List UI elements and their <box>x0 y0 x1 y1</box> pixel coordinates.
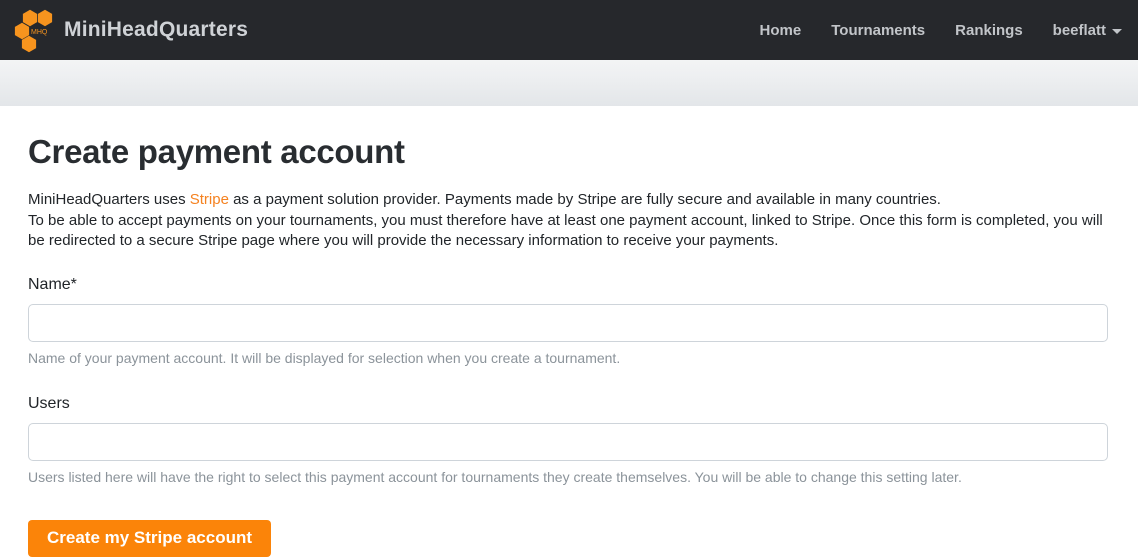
honeycomb-logo-icon: MHQ <box>10 6 56 54</box>
name-field-group: Name* Name of your payment account. It w… <box>28 276 1108 366</box>
user-menu-dropdown[interactable]: beeflatt <box>1053 22 1122 39</box>
intro-text: MiniHeadQuarters uses Stripe as a paymen… <box>28 190 1108 252</box>
users-field-group: Users Users listed here will have the ri… <box>28 395 1108 485</box>
brand-name: MiniHeadQuarters <box>64 18 248 42</box>
top-navbar: MHQ MiniHeadQuarters Home Tournaments Ra… <box>0 0 1138 60</box>
nav-item-tournaments[interactable]: Tournaments <box>831 22 925 39</box>
nav-item-home[interactable]: Home <box>760 22 802 39</box>
brand-link[interactable]: MHQ MiniHeadQuarters <box>10 6 248 54</box>
users-input[interactable] <box>28 423 1108 461</box>
chevron-down-icon <box>1112 29 1122 34</box>
intro-line1-prefix: MiniHeadQuarters uses <box>28 191 190 208</box>
stripe-link[interactable]: Stripe <box>190 191 229 208</box>
create-stripe-account-button[interactable]: Create my Stripe account <box>28 520 271 557</box>
name-field-label: Name* <box>28 276 77 294</box>
nav-links: Home Tournaments Rankings beeflatt <box>760 22 1122 39</box>
subheader-band <box>0 60 1138 106</box>
svg-text:MHQ: MHQ <box>31 29 48 36</box>
main-content: Create payment account MiniHeadQuarters … <box>0 106 1138 557</box>
page-title: Create payment account <box>28 133 1108 171</box>
nav-item-rankings[interactable]: Rankings <box>955 22 1023 39</box>
users-field-label: Users <box>28 395 70 413</box>
name-help-text: Name of your payment account. It will be… <box>28 350 1108 366</box>
spacer <box>28 375 1108 395</box>
user-menu-label: beeflatt <box>1053 22 1106 39</box>
intro-line2: To be able to accept payments on your to… <box>28 211 1108 252</box>
users-help-text: Users listed here will have the right to… <box>28 469 1108 485</box>
intro-line1-suffix: as a payment solution provider. Payments… <box>229 191 941 208</box>
name-input[interactable] <box>28 304 1108 342</box>
